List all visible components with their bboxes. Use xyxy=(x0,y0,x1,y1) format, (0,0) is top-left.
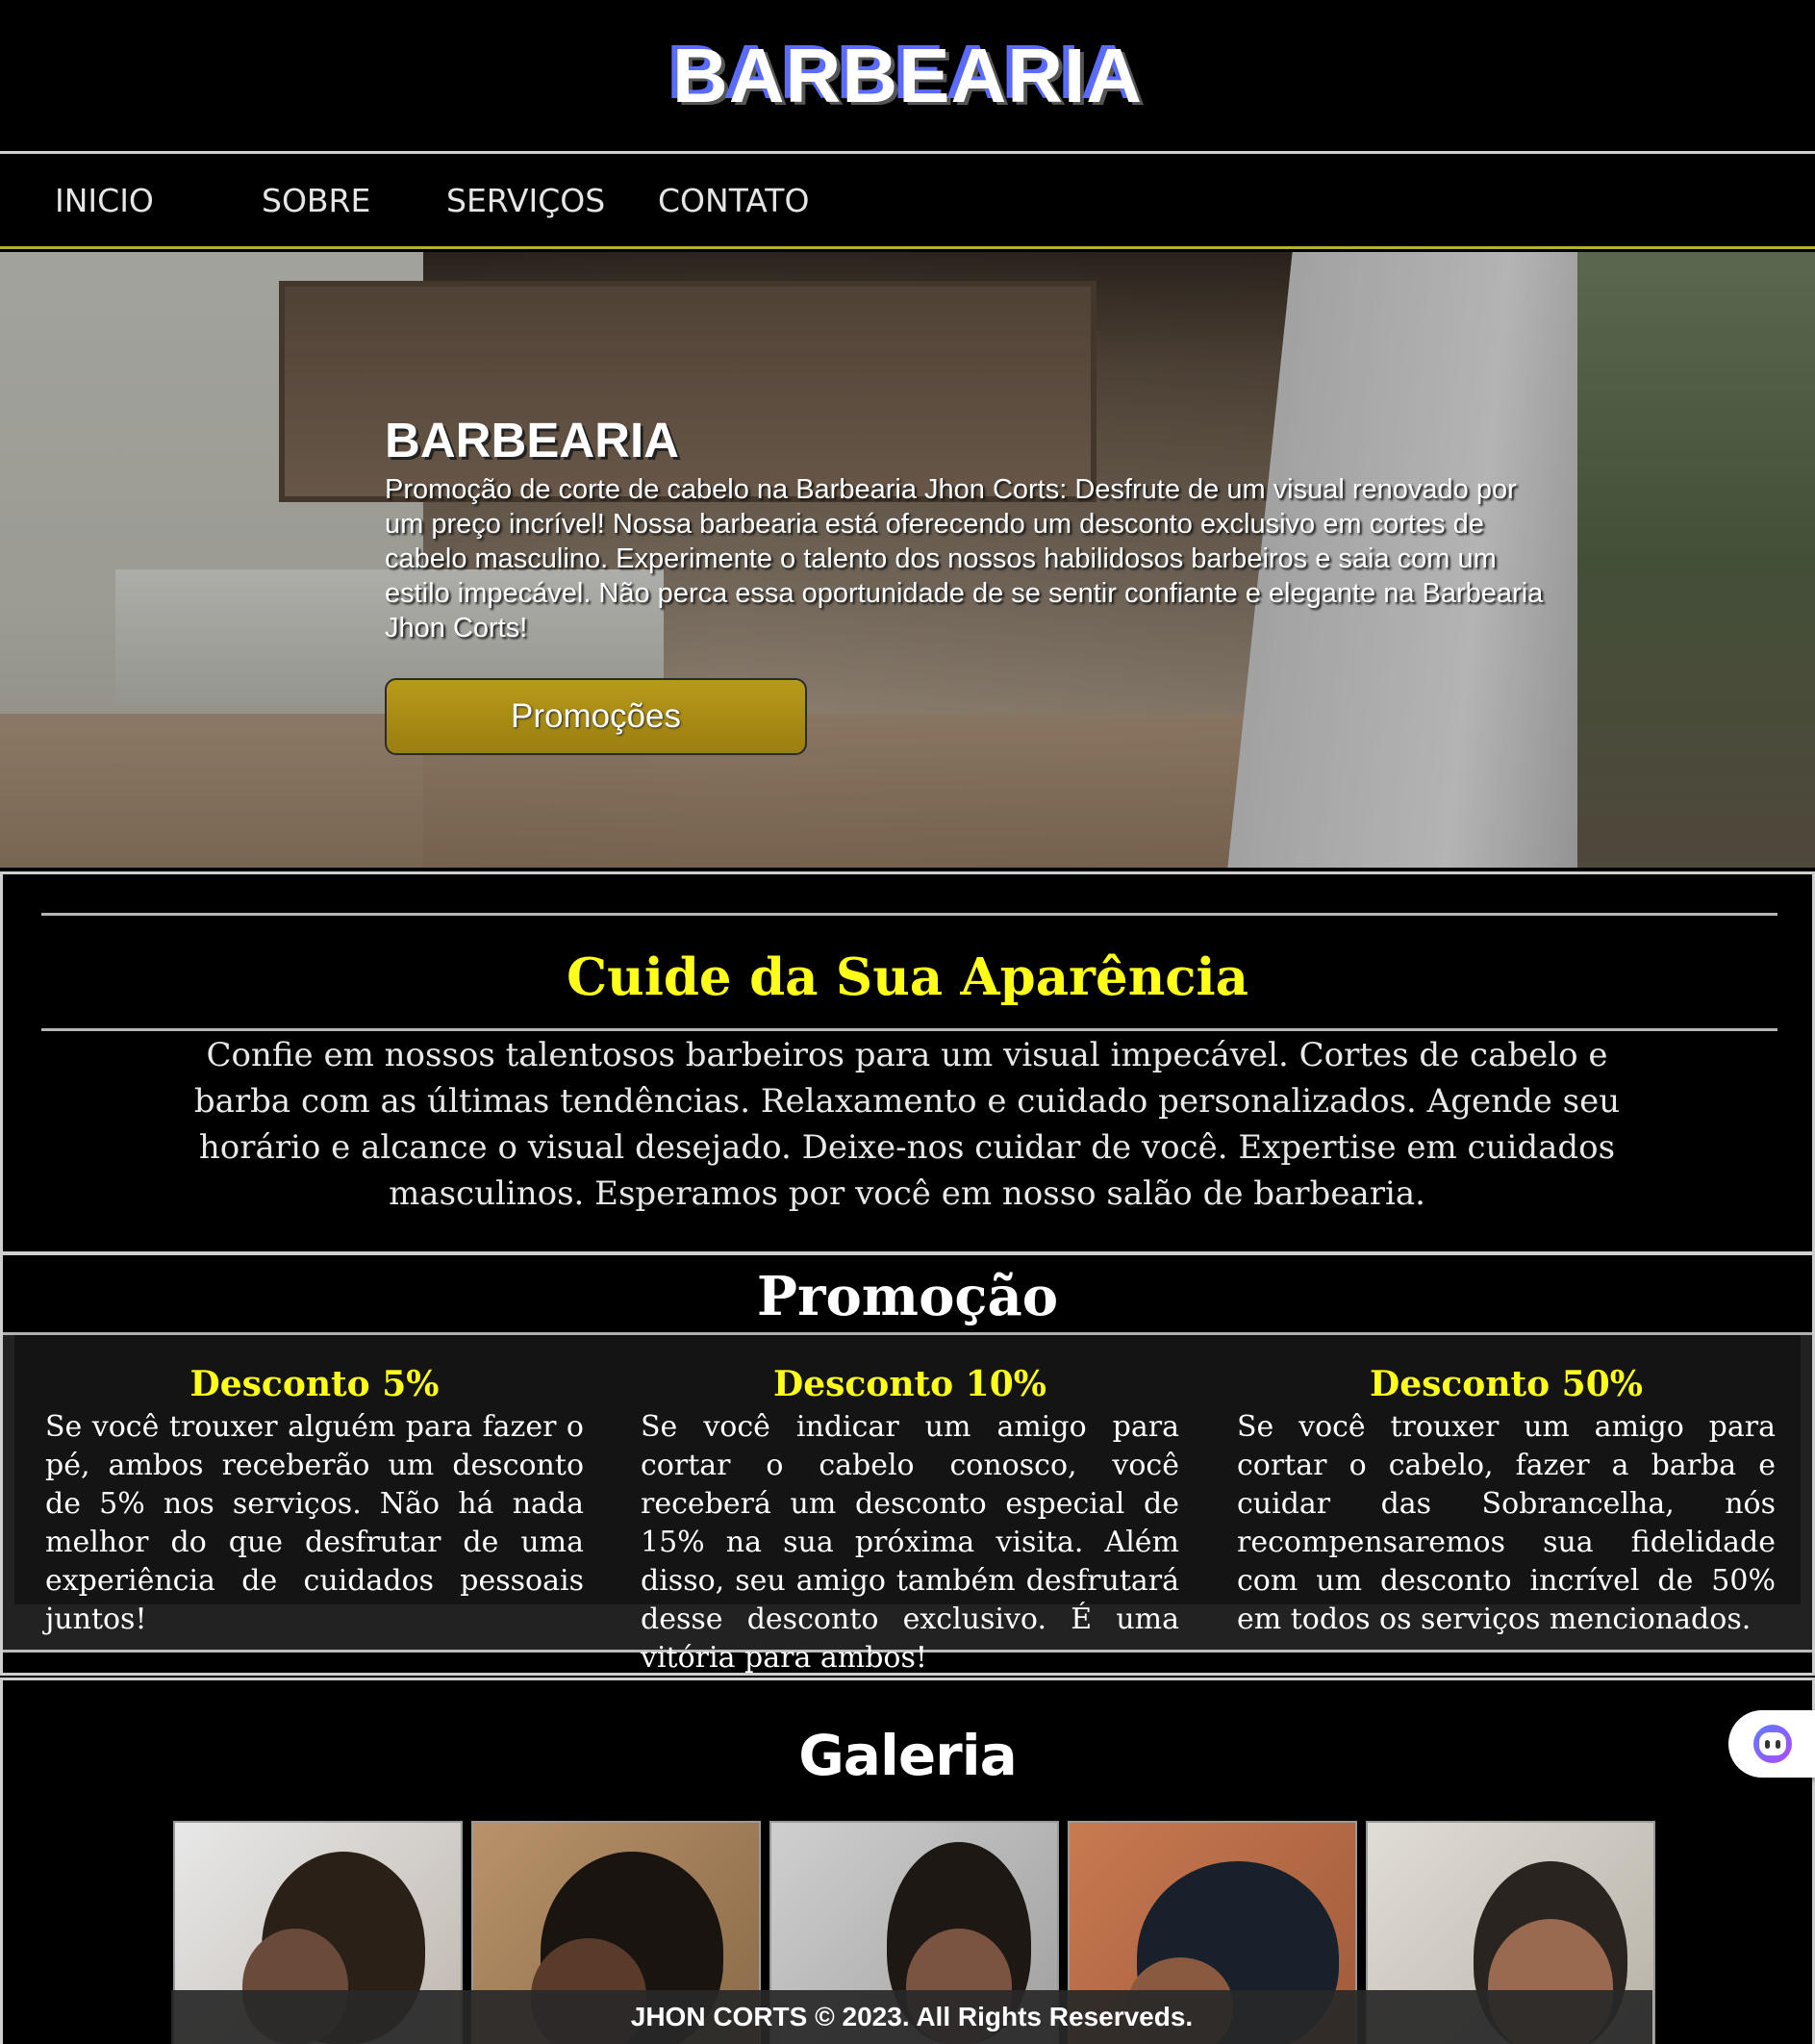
nav-item-contato[interactable]: CONTATO xyxy=(658,182,809,219)
hero-content: BARBEARIA Promoção de corte de cabelo na… xyxy=(385,412,1549,645)
promo-card: Desconto 5% Se você trouxer alguém para … xyxy=(45,1364,584,1639)
promo-card-text: Se você indicar um amigo para cortar o c… xyxy=(641,1410,1179,1675)
site-title: BARBEARIA xyxy=(672,32,1143,118)
site-header: BARBEARIA xyxy=(0,0,1815,154)
gallery-section: Galeria xyxy=(0,1678,1815,2044)
promo-card-title: Desconto 50% xyxy=(1370,1364,1643,1404)
promo-card-title: Desconto 10% xyxy=(773,1364,1046,1404)
care-text: Confie em nossos talentosos barbeiros pa… xyxy=(193,1036,1621,1213)
divider xyxy=(41,913,1777,916)
nav-item-servicos[interactable]: SERVIÇOS xyxy=(446,182,658,219)
divider xyxy=(41,1028,1777,1031)
hero-title: BARBEARIA xyxy=(385,413,679,467)
promo-card-text: Se você trouxer alguém para fazer o pé, … xyxy=(45,1410,584,1636)
promo-title: Promoção xyxy=(756,1265,1059,1328)
chat-assistant-icon xyxy=(1753,1725,1792,1763)
promo-cards: Desconto 5% Se você trouxer alguém para … xyxy=(3,1335,1812,1675)
footer: JHON CORTS © 2023. All Rights Reserveds. xyxy=(171,1990,1652,2044)
promocoes-button[interactable]: Promoções xyxy=(385,678,807,755)
promo-card: Desconto 50% Se você trouxer um amigo pa… xyxy=(1237,1364,1776,1639)
main-nav: INICIO SOBRE SERVIÇOS CONTATO xyxy=(0,154,1815,249)
nav-item-sobre[interactable]: SOBRE xyxy=(262,182,446,219)
promo-section: Promoção Desconto 5% Se você trouxer alg… xyxy=(0,1252,1815,1676)
care-section: Cuide da Sua Aparência Confie em nossos … xyxy=(0,871,1815,1254)
care-title: Cuide da Sua Aparência xyxy=(567,947,1248,1007)
hero-text: Promoção de corte de cabelo na Barbearia… xyxy=(385,474,1544,643)
promo-card-text: Se você trouxer um amigo para cortar o c… xyxy=(1237,1410,1776,1636)
nav-item-inicio[interactable]: INICIO xyxy=(55,182,262,219)
chat-widget-button[interactable] xyxy=(1728,1710,1815,1778)
promo-card: Desconto 10% Se você indicar um amigo pa… xyxy=(641,1364,1179,1678)
promo-card-title: Desconto 5% xyxy=(189,1364,440,1404)
gallery-title: Galeria xyxy=(798,1723,1018,1788)
